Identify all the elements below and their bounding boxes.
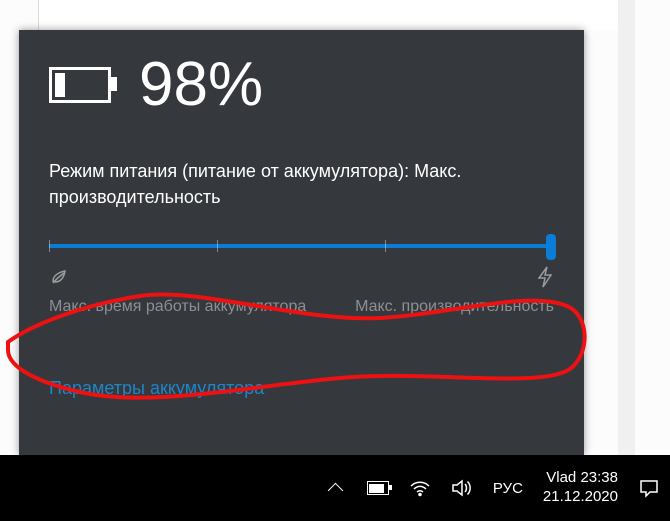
action-center-icon[interactable]: [638, 477, 660, 499]
tray-volume-icon[interactable]: [451, 477, 473, 499]
tray-user: Vlad: [546, 469, 576, 486]
battery-settings-link[interactable]: Параметры аккумулятора: [49, 378, 554, 399]
slider-right-label: Макс. производительность: [355, 298, 554, 316]
power-mode-text: Режим питания (питание от аккумулятора):…: [49, 158, 554, 210]
battery-large-icon: [49, 67, 111, 103]
windows-taskbar: РУС Vlad 23:38 21.12.2020: [0, 455, 670, 521]
tray-overflow-chevron-icon[interactable]: [325, 477, 347, 499]
tray-time: 23:38: [580, 469, 618, 486]
power-mode-slider[interactable]: [49, 232, 554, 260]
battery-flyout: 98% Режим питания (питание от аккумулято…: [19, 30, 584, 455]
battery-percent: 98%: [139, 54, 263, 116]
tray-battery-icon[interactable]: [367, 477, 389, 499]
tray-wifi-icon[interactable]: [409, 477, 431, 499]
tray-clock[interactable]: Vlad 23:38 21.12.2020: [543, 469, 618, 507]
tray-language[interactable]: РУС: [493, 480, 523, 497]
slider-left-label: Макс. время работы аккумулятора: [49, 298, 306, 316]
slider-thumb[interactable]: [546, 234, 556, 260]
lightning-bolt-icon: [536, 266, 554, 288]
leaf-icon: [49, 266, 69, 288]
browser-vertical-scrollbar[interactable]: [618, 0, 635, 455]
tray-date: 21.12.2020: [543, 488, 618, 507]
